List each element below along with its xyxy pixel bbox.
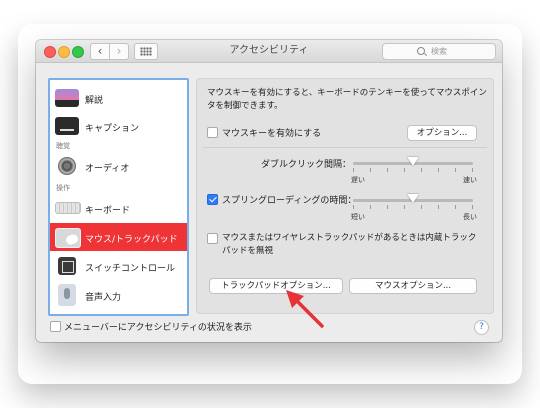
sidebar-item-switch-control[interactable]: スイッチコントロール [50,252,187,280]
keyboard-icon [55,202,81,214]
forward-button[interactable]: › [109,43,129,60]
mouse-keys-checkbox[interactable] [207,127,218,138]
switch-control-icon [58,257,76,275]
mouse-keys-description: マウスキーを有効にすると、キーボードのテンキーを使ってマウスポインタを制御できま… [207,88,487,111]
sidebar-list[interactable]: 解説 キャプション 聴覚 オーディオ 操作 キーボード マウス/トラックパッド [48,78,189,316]
menubar-status-checkbox[interactable] [50,321,61,332]
category-interaction: 操作 [56,184,70,192]
spring-loading-slider-knob[interactable] [407,194,419,203]
sidebar-item-description[interactable]: 解説 [50,84,187,112]
sidebar-item-label: 解説 [85,96,104,106]
spring-loading-checkbox[interactable] [207,194,218,205]
captions-icon [55,117,79,135]
ignore-builtin-trackpad-label: マウスまたはワイヤレストラックパッドがあるときは内蔵トラックパッドを無視 [222,233,477,256]
help-button[interactable]: ? [474,320,489,335]
sidebar-item-label: マウス/トラックパッド [85,235,178,245]
titlebar: アクセシビリティ ‹ › 検索 [36,40,502,63]
sidebar-item-captions[interactable]: キャプション [50,112,187,140]
annotation-arrow [286,290,324,328]
double-click-label: ダブルクリック間隔： [261,160,352,170]
mouse-options-button[interactable]: マウスオプション... [349,278,477,294]
slow-label: 遅い [351,176,365,184]
sidebar-item-mouse-trackpad[interactable]: マウス/トラックパッド [50,223,187,251]
double-click-slider-knob[interactable] [407,157,419,166]
spring-loading-label: スプリングローディングの時間： [222,196,357,206]
back-button[interactable]: ‹ [90,43,110,60]
mouse-trackpad-icon [55,228,81,248]
sidebar-item-keyboard[interactable]: キーボード [50,194,187,222]
spring-loading-ticks [353,205,473,210]
mouse-trackpad-panel: マウスキーを有効にすると、キーボードのテンキーを使ってマウスポインタを制御できま… [196,78,494,314]
double-click-ticks [353,168,473,173]
speaker-icon [58,157,76,175]
mouse-keys-label: マウスキーを有効にする [222,129,322,139]
short-label: 短い [351,213,365,221]
ignore-builtin-trackpad-checkbox[interactable] [207,233,218,244]
long-label: 長い [463,213,477,221]
mouse-keys-options-button[interactable]: オプション... [407,125,477,141]
sidebar-item-label: スイッチコントロール [85,264,176,274]
microphone-icon [58,284,76,306]
sidebar-item-audio[interactable]: オーディオ [50,152,187,180]
search-icon [417,47,425,55]
separator [203,147,487,148]
sidebar-item-dictation[interactable]: 音声入力 [50,281,187,309]
search-input[interactable]: 検索 [382,43,496,60]
category-hearing: 聴覚 [56,142,70,150]
grid-icon [140,47,152,56]
sidebar-item-label: オーディオ [85,164,130,174]
sidebar-item-label: 音声入力 [85,293,122,303]
sidebar-item-label: キーボード [85,206,131,216]
preferences-window: アクセシビリティ ‹ › 検索 解説 キャプション 聴覚 オーディオ 操作 キー… [36,40,502,342]
show-all-button[interactable] [134,43,158,60]
menubar-status-label: メニューバーにアクセシビリティの状況を表示 [64,323,252,333]
sidebar-item-label: キャプション [85,124,140,134]
fast-label: 速い [463,176,477,184]
description-icon [55,89,79,107]
search-placeholder: 検索 [431,47,447,56]
